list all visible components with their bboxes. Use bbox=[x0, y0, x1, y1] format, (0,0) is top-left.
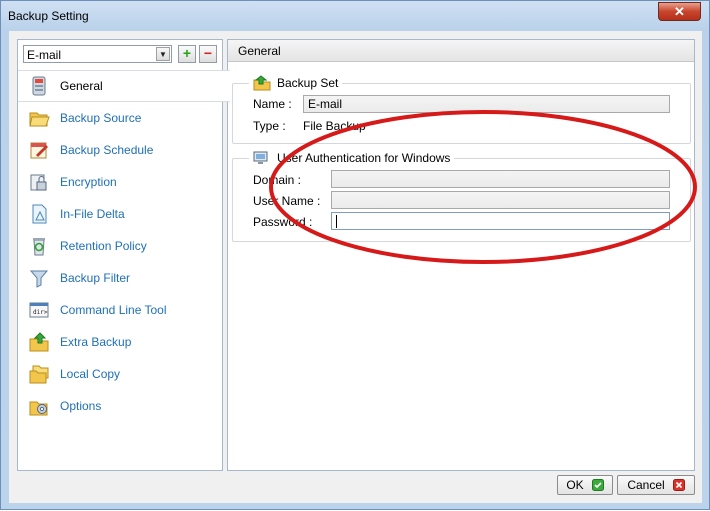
command-line-icon: dir> bbox=[29, 302, 49, 318]
sidebar-item-extra-backup[interactable]: Extra Backup bbox=[18, 326, 222, 358]
add-backup-set-button[interactable]: + bbox=[178, 45, 196, 63]
cancel-x-icon bbox=[672, 479, 685, 491]
backup-set-dropdown[interactable]: E-mail ▼ bbox=[23, 45, 172, 63]
sidebar-item-label: Backup Filter bbox=[60, 271, 131, 285]
username-label: User Name : bbox=[253, 194, 321, 208]
computer-user-icon bbox=[253, 151, 268, 164]
sidebar-item-retention-policy[interactable]: Retention Policy bbox=[18, 230, 222, 262]
sidebar-item-general[interactable]: General bbox=[18, 70, 230, 102]
cancel-button[interactable]: Cancel bbox=[617, 475, 695, 495]
sidebar-item-label: In-File Delta bbox=[60, 207, 125, 221]
password-label: Password : bbox=[253, 215, 313, 229]
window-title: Backup Setting bbox=[8, 9, 89, 23]
sidebar-item-label: Options bbox=[60, 399, 102, 413]
username-input[interactable] bbox=[331, 191, 670, 209]
sidebar-item-in-file-delta[interactable]: In-File Delta bbox=[18, 198, 222, 230]
title-bar[interactable]: Backup Setting ✕ bbox=[1, 1, 709, 31]
funnel-icon bbox=[29, 270, 49, 288]
sidebar-item-backup-source[interactable]: Backup Source bbox=[18, 102, 222, 134]
backup-set-name-input[interactable] bbox=[303, 95, 670, 113]
backup-set-legend: Backup Set bbox=[249, 75, 343, 91]
backup-set-legend-text: Backup Set bbox=[277, 76, 339, 90]
user-authentication-legend: User Authentication for Windows bbox=[249, 150, 455, 166]
settings-nav-panel: E-mail ▼ + − General Backup Source Backu… bbox=[17, 39, 230, 471]
backup-set-dropdown-value: E-mail bbox=[27, 48, 62, 62]
cancel-button-label: Cancel bbox=[627, 478, 665, 492]
chevron-down-icon[interactable]: ▼ bbox=[156, 47, 170, 61]
text-caret bbox=[336, 215, 337, 228]
sidebar-item-label: Extra Backup bbox=[60, 335, 132, 349]
sidebar-item-label: Local Copy bbox=[60, 367, 121, 381]
settings-content-panel: General Backup Set Name : Type : File Ba… bbox=[227, 39, 695, 471]
folder-arrow-icon bbox=[29, 332, 49, 352]
document-delta-icon bbox=[32, 204, 47, 224]
sidebar-item-label: Command Line Tool bbox=[60, 303, 167, 317]
dialog-body: E-mail ▼ + − General Backup Source Backu… bbox=[9, 31, 702, 503]
folder-open-icon bbox=[29, 112, 50, 127]
sidebar-item-backup-filter[interactable]: Backup Filter bbox=[18, 262, 222, 294]
sidebar-item-label: General bbox=[60, 79, 103, 93]
panel-title: General bbox=[238, 44, 281, 58]
plus-icon: + bbox=[182, 45, 192, 61]
password-input[interactable] bbox=[331, 212, 670, 230]
type-label: Type : bbox=[253, 119, 286, 133]
folder-copy-icon bbox=[29, 365, 49, 384]
sidebar-item-label: Encryption bbox=[60, 175, 117, 189]
sidebar-item-label: Backup Source bbox=[60, 111, 142, 125]
recycle-icon bbox=[33, 238, 45, 256]
options-gear-icon bbox=[29, 401, 48, 416]
backup-set-group: Backup Set Name : Type : File Backup bbox=[232, 75, 691, 144]
name-label: Name : bbox=[253, 97, 292, 111]
panel-header: General bbox=[228, 40, 694, 62]
domain-label: Domain : bbox=[253, 173, 302, 187]
check-icon bbox=[591, 479, 604, 491]
user-authentication-legend-text: User Authentication for Windows bbox=[277, 151, 451, 165]
settings-nav-list: General Backup Source Backup Schedule En… bbox=[18, 70, 230, 422]
backup-set-icon bbox=[253, 75, 271, 91]
sidebar-item-label: Retention Policy bbox=[60, 239, 147, 253]
sidebar-item-backup-schedule[interactable]: Backup Schedule bbox=[18, 134, 222, 166]
encryption-icon bbox=[30, 174, 47, 191]
sidebar-item-encryption[interactable]: Encryption bbox=[18, 166, 222, 198]
backup-setting-window: Backup Setting ✕ E-mail ▼ + − General Ba… bbox=[0, 0, 710, 510]
user-authentication-group: User Authentication for Windows Domain :… bbox=[232, 150, 691, 242]
close-icon: ✕ bbox=[674, 4, 685, 19]
schedule-icon bbox=[30, 142, 48, 159]
sidebar-item-options[interactable]: Options bbox=[18, 390, 222, 422]
minus-icon: − bbox=[203, 45, 213, 61]
sidebar-item-local-copy[interactable]: Local Copy bbox=[18, 358, 222, 390]
backup-type-value: File Backup bbox=[303, 119, 366, 133]
window-close-button[interactable]: ✕ bbox=[658, 2, 701, 21]
domain-input[interactable] bbox=[331, 170, 670, 188]
general-icon bbox=[32, 76, 46, 96]
ok-button-label: OK bbox=[566, 478, 584, 492]
remove-backup-set-button[interactable]: − bbox=[199, 45, 217, 63]
sidebar-item-label: Backup Schedule bbox=[60, 143, 154, 157]
sidebar-item-command-line-tool[interactable]: dir> Command Line Tool bbox=[18, 294, 222, 326]
svg-text:dir>: dir> bbox=[33, 309, 48, 316]
ok-button[interactable]: OK bbox=[557, 475, 613, 495]
